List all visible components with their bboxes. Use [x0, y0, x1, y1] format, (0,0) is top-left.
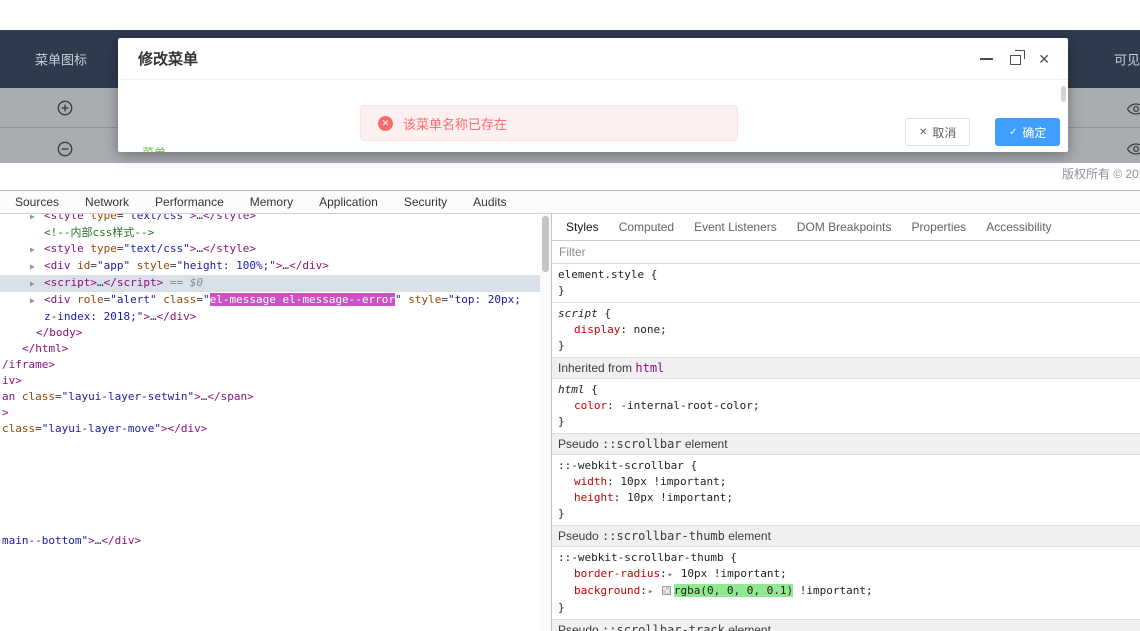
screen: 菜单图标 可见 版权所有 © 20 修改菜单 ✕ ✕ 该菜单名称已存在 ✕ 取消…: [0, 0, 1140, 631]
circle-plus-icon: [57, 100, 73, 116]
devtools-panel: Sources Network Performance Memory Applicati…: [0, 190, 1140, 631]
devtools-main: ▶ <style type="text/css">…</style> <!--内部c…: [0, 214, 1140, 631]
dom-line[interactable]: <!--内部css样式-->: [0, 225, 540, 241]
dom-tree: ▶ <style type="text/css">…</style> <!--内部c…: [0, 214, 540, 549]
dom-pane-scrollbar[interactable]: [540, 214, 552, 631]
devtools-tab-network[interactable]: Network: [72, 191, 142, 213]
dom-line: [0, 517, 540, 533]
dialog-scrollbar-thumb[interactable]: [1061, 86, 1066, 102]
clipped-form-text: 菜单: [142, 144, 166, 152]
style-rule[interactable]: script {display: none;}: [552, 303, 1140, 358]
devtools-tabbar: Sources Network Performance Memory Applicati…: [0, 191, 1140, 214]
collapse-row-button[interactable]: [57, 141, 73, 157]
maximize-icon[interactable]: [1010, 49, 1026, 65]
style-rule[interactable]: html {color: -internal-root-color;}: [552, 379, 1140, 434]
dom-line[interactable]: </body>: [0, 325, 540, 341]
column-header-visible: 可见: [1114, 52, 1140, 68]
visibility-eye-icon[interactable]: [1126, 102, 1140, 115]
dom-line[interactable]: an class="layui-layer-setwin">…</span>: [0, 389, 540, 405]
dom-line[interactable]: class="layui-layer-move"></div>: [0, 421, 540, 437]
css-property[interactable]: display: none;: [558, 322, 1136, 338]
confirm-button[interactable]: ✓ 确定: [995, 118, 1061, 146]
scrollbar-thumb[interactable]: [542, 216, 549, 272]
copyright-footer: 版权所有 © 2020~20: [1062, 167, 1140, 181]
dom-line[interactable]: ▶ <div id="app" style="height: 100%;">…</…: [0, 258, 540, 275]
dom-line: [0, 469, 540, 485]
sidebar-tabbar: Styles Computed Event Listeners DOM Breakpo…: [552, 214, 1140, 241]
style-rule[interactable]: element.style {}: [552, 264, 1140, 303]
cancel-label: 取消: [932, 125, 957, 140]
devtools-tab-application[interactable]: Application: [306, 191, 391, 213]
dom-line[interactable]: z-index: 2018;">…</div>: [0, 309, 540, 325]
error-circle-icon: ✕: [378, 115, 393, 131]
dom-line[interactable]: >: [0, 405, 540, 421]
css-property[interactable]: border-radius:▸ 10px !important;: [558, 566, 1136, 583]
error-toast: ✕ 该菜单名称已存在: [360, 105, 738, 141]
devtools-tab-security[interactable]: Security: [391, 191, 460, 213]
dom-line[interactable]: ▶ <style type="text/css">…</style>: [0, 241, 540, 258]
dom-line: [0, 501, 540, 517]
error-toast-text: 该菜单名称已存在: [403, 116, 508, 132]
dom-line[interactable]: </html>: [0, 341, 540, 357]
styles-filter-input[interactable]: [559, 245, 779, 259]
inherited-from-bar: Inherited from html: [552, 357, 1140, 379]
visibility-eye-icon[interactable]: [1126, 142, 1140, 155]
sidebar-tab-event-listeners[interactable]: Event Listeners: [684, 214, 787, 240]
styles-content: element.style {} script {display: none;} I…: [552, 264, 1140, 631]
dialog-header: 修改菜单 ✕: [118, 38, 1068, 80]
dialog-title: 修改菜单: [138, 51, 199, 68]
elements-dom-pane: ▶ <style type="text/css">…</style> <!--内部c…: [0, 214, 540, 631]
minimize-icon[interactable]: [980, 57, 994, 60]
pseudo-section-bar: Pseudo ::scrollbar-track element: [552, 619, 1140, 631]
dom-line: [0, 453, 540, 469]
circle-minus-icon: [57, 141, 73, 157]
dom-line: [0, 485, 540, 501]
dom-line[interactable]: /iframe>: [0, 357, 540, 373]
pseudo-section-bar: Pseudo ::scrollbar-thumb element: [552, 525, 1140, 547]
confirm-check-icon: ✓: [1009, 126, 1018, 138]
window-controls: ✕: [980, 49, 1050, 66]
column-header-menu-icon: 菜单图标: [35, 52, 88, 68]
page-top-strip: [0, 0, 1140, 30]
style-rule[interactable]: ::-webkit-scrollbar-thumb {border-radius…: [552, 547, 1140, 620]
pseudo-selector-name: ::scrollbar-thumb: [602, 529, 725, 543]
color-swatch-icon[interactable]: [661, 586, 671, 595]
devtools-tab-audits[interactable]: Audits: [460, 191, 519, 213]
expand-row-button[interactable]: [57, 100, 73, 116]
cancel-x-icon: ✕: [919, 126, 928, 138]
confirm-label: 确定: [1022, 125, 1047, 140]
devtools-tab-sources[interactable]: Sources: [2, 191, 72, 213]
css-property[interactable]: color: -internal-root-color;: [558, 398, 1136, 414]
dialog-body: 菜单 ✕ 该菜单名称已存在 ✕ 取消 ✓ 确定: [118, 80, 1068, 152]
pseudo-selector-name: ::scrollbar: [602, 437, 682, 451]
dom-line: [0, 437, 540, 453]
css-property[interactable]: background:▸ rgba(0, 0, 0, 0.1) !importa…: [558, 583, 1136, 600]
pseudo-selector-name: ::scrollbar-track: [602, 623, 725, 631]
css-property[interactable]: height: 10px !important;: [558, 490, 1136, 506]
pseudo-section-bar: Pseudo ::scrollbar element: [552, 433, 1140, 455]
devtools-tab-memory[interactable]: Memory: [237, 191, 306, 213]
dom-line[interactable]: ▶ <script>…</script> == $0: [0, 275, 540, 292]
styles-filter-row: [552, 241, 1140, 264]
cancel-button[interactable]: ✕ 取消: [905, 118, 971, 146]
sidebar-tab-computed[interactable]: Computed: [609, 214, 684, 240]
sidebar-tab-dom-breakpoints[interactable]: DOM Breakpoints: [787, 214, 902, 240]
dom-line[interactable]: ▶ <style type="text/css">…</style>: [0, 214, 540, 225]
styles-sidebar: Styles Computed Event Listeners DOM Breakpo…: [552, 214, 1140, 631]
sidebar-tab-accessibility[interactable]: Accessibility: [976, 214, 1061, 240]
dom-line[interactable]: iv>: [0, 373, 540, 389]
close-icon[interactable]: ✕: [1038, 52, 1050, 66]
dom-line[interactable]: main--bottom">…</div>: [0, 533, 540, 549]
css-property[interactable]: width: 10px !important;: [558, 474, 1136, 490]
devtools-tab-performance[interactable]: Performance: [142, 191, 237, 213]
sidebar-tab-properties[interactable]: Properties: [901, 214, 976, 240]
sidebar-tab-styles[interactable]: Styles: [556, 214, 609, 240]
inherited-node-link[interactable]: html: [635, 361, 664, 375]
modify-menu-dialog: 修改菜单 ✕ 菜单 ✕ 该菜单名称已存在 ✕ 取消 ✓ 确定: [118, 38, 1068, 152]
dom-line[interactable]: ▶ <div role="alert" class="el-message el-…: [0, 292, 540, 309]
style-rule[interactable]: ::-webkit-scrollbar {width: 10px !import…: [552, 455, 1140, 526]
